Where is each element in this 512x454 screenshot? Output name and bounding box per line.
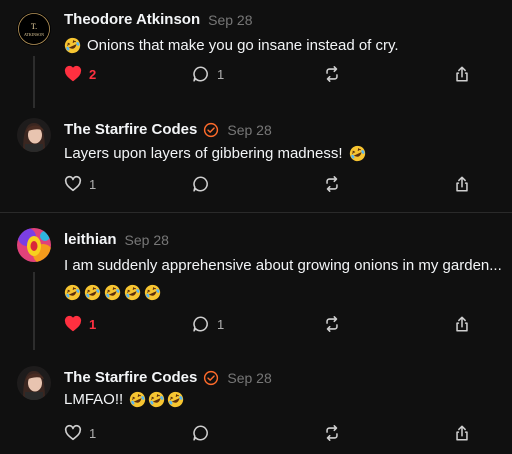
repost-button[interactable] bbox=[323, 64, 341, 84]
emoji-row bbox=[64, 284, 164, 301]
colorful-art-avatar bbox=[17, 228, 51, 262]
post-header: Theodore Atkinson Sep 28 bbox=[64, 11, 253, 28]
post-text: Layers upon layers of gibbering madness! bbox=[64, 145, 366, 162]
comment-icon bbox=[192, 65, 210, 83]
post-date[interactable]: Sep 28 bbox=[227, 122, 271, 138]
post-actions: 1 bbox=[64, 174, 474, 194]
post-starfire-codes-reply: The Starfire Codes Sep 28 LMFAO!! 1 bbox=[0, 358, 512, 454]
author-name[interactable]: The Starfire Codes bbox=[64, 369, 197, 386]
svg-text:ATKINSON: ATKINSON bbox=[24, 32, 44, 37]
post-header: The Starfire Codes Sep 28 bbox=[64, 369, 272, 386]
rofl-emoji-icon bbox=[64, 37, 81, 54]
share-button[interactable] bbox=[453, 64, 471, 84]
thread-divider bbox=[0, 212, 512, 213]
avatar[interactable]: T. ATKINSON bbox=[17, 12, 51, 46]
post-text: I am suddenly apprehensive about growing… bbox=[64, 257, 502, 274]
rofl-emoji-icon bbox=[148, 391, 165, 408]
repost-icon bbox=[323, 65, 341, 83]
post-actions: 1 bbox=[64, 423, 474, 443]
rofl-emoji-icon bbox=[349, 145, 366, 162]
rofl-emoji-icon bbox=[167, 391, 184, 408]
share-icon bbox=[453, 424, 471, 442]
rofl-emoji-icon bbox=[104, 284, 121, 301]
repost-button[interactable] bbox=[323, 174, 341, 194]
avatar[interactable] bbox=[17, 228, 51, 262]
like-count: 1 bbox=[89, 176, 97, 192]
like-button[interactable]: 1 bbox=[64, 423, 96, 443]
post-theodore-atkinson: T. ATKINSON Theodore Atkinson Sep 28 Oni… bbox=[0, 0, 512, 100]
post-header: The Starfire Codes Sep 28 bbox=[64, 121, 272, 138]
verified-badge-icon bbox=[203, 370, 219, 386]
repost-icon bbox=[323, 424, 341, 442]
like-count: 1 bbox=[89, 425, 97, 441]
svg-text:T.: T. bbox=[31, 22, 37, 31]
rofl-emoji-icon bbox=[84, 284, 101, 301]
post-body: LMFAO!! bbox=[64, 391, 124, 408]
woman-photo-avatar bbox=[17, 118, 51, 152]
rofl-emoji-icon bbox=[64, 284, 81, 301]
avatar[interactable] bbox=[17, 366, 51, 400]
post-starfire-codes: The Starfire Codes Sep 28 Layers upon la… bbox=[0, 110, 512, 210]
repost-button[interactable] bbox=[323, 423, 341, 443]
post-body: I am suddenly apprehensive about growing… bbox=[64, 257, 502, 274]
reply-button[interactable]: 1 bbox=[192, 64, 224, 84]
comment-icon bbox=[192, 424, 210, 442]
rofl-emoji-icon bbox=[124, 284, 141, 301]
heart-icon bbox=[64, 424, 82, 442]
post-text: LMFAO!! bbox=[64, 391, 184, 408]
author-name[interactable]: The Starfire Codes bbox=[64, 121, 197, 138]
reply-button[interactable] bbox=[192, 423, 210, 443]
like-count: 2 bbox=[89, 66, 97, 82]
like-button[interactable]: 1 bbox=[64, 314, 96, 334]
post-actions: 2 1 bbox=[64, 64, 474, 84]
post-date[interactable]: Sep 28 bbox=[208, 12, 252, 28]
reply-count: 1 bbox=[217, 316, 225, 332]
post-date[interactable]: Sep 28 bbox=[125, 232, 169, 248]
repost-icon bbox=[323, 175, 341, 193]
woman-photo-avatar bbox=[17, 366, 51, 400]
share-button[interactable] bbox=[453, 314, 471, 334]
post-actions: 1 1 bbox=[64, 314, 474, 334]
heart-icon bbox=[64, 65, 82, 83]
share-button[interactable] bbox=[453, 423, 471, 443]
repost-icon bbox=[323, 315, 341, 333]
comment-icon bbox=[192, 175, 210, 193]
share-button[interactable] bbox=[453, 174, 471, 194]
like-button[interactable]: 2 bbox=[64, 64, 96, 84]
ta-monogram-avatar: T. ATKINSON bbox=[17, 12, 51, 46]
author-name[interactable]: leithian bbox=[64, 231, 117, 248]
post-header: leithian Sep 28 bbox=[64, 231, 169, 248]
author-name[interactable]: Theodore Atkinson bbox=[64, 11, 200, 28]
share-icon bbox=[453, 65, 471, 83]
post-text: Onions that make you go insane instead o… bbox=[64, 37, 399, 54]
repost-button[interactable] bbox=[323, 314, 341, 334]
avatar[interactable] bbox=[17, 118, 51, 152]
rofl-emoji-icon bbox=[144, 284, 161, 301]
share-icon bbox=[453, 315, 471, 333]
reply-count: 1 bbox=[217, 66, 225, 82]
heart-icon bbox=[64, 315, 82, 333]
post-leithian: leithian Sep 28 I am suddenly apprehensi… bbox=[0, 220, 512, 340]
rofl-emoji-icon bbox=[129, 391, 146, 408]
like-count: 1 bbox=[89, 316, 97, 332]
verified-badge-icon bbox=[203, 122, 219, 138]
comment-icon bbox=[192, 315, 210, 333]
post-body: Layers upon layers of gibbering madness! bbox=[64, 145, 343, 162]
reply-button[interactable]: 1 bbox=[192, 314, 224, 334]
share-icon bbox=[453, 175, 471, 193]
heart-icon bbox=[64, 175, 82, 193]
post-date[interactable]: Sep 28 bbox=[227, 370, 271, 386]
post-body: Onions that make you go insane instead o… bbox=[87, 37, 399, 54]
reply-button[interactable] bbox=[192, 174, 210, 194]
like-button[interactable]: 1 bbox=[64, 174, 96, 194]
